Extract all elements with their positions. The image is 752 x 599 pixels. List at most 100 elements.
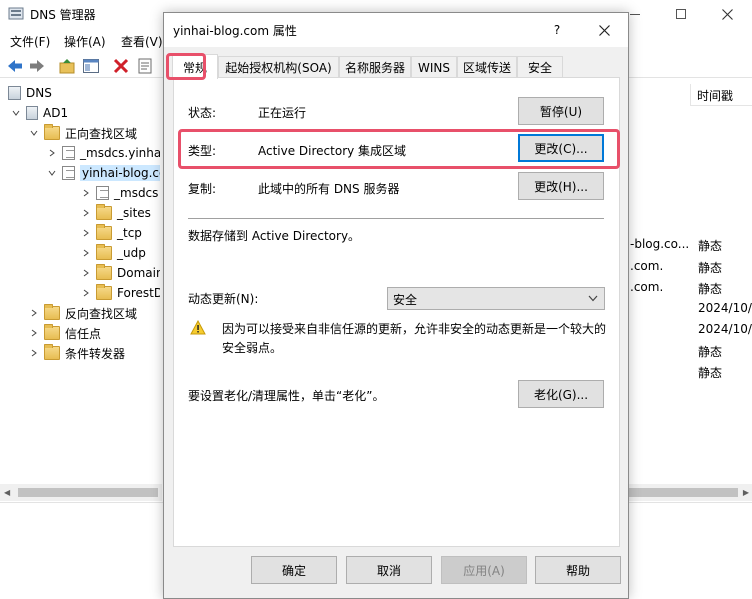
tree-item-yinhai-blog-zone[interactable]: yinhai-blog.co	[46, 163, 160, 183]
tree-item-label: yinhai-blog.co	[80, 165, 160, 181]
list-cell-timestamp: 静态	[698, 345, 723, 359]
close-window-button[interactable]	[704, 0, 750, 28]
tree-item-sub-msdcs[interactable]: _msdcs	[80, 183, 158, 203]
maximize-button[interactable]	[658, 0, 704, 28]
menu-view[interactable]: 查看(V)	[121, 33, 163, 50]
tree-item-udp[interactable]: _udp	[80, 243, 146, 263]
folder-icon	[44, 124, 60, 140]
list-cell-timestamp: 2024/10/	[698, 301, 752, 315]
replication-label: 复制:	[188, 182, 217, 196]
tab-soa[interactable]: 起始授权机构(SOA)	[218, 56, 339, 78]
list-cell-data: .com.	[630, 259, 664, 273]
tree-item-label: 反向查找区域	[65, 306, 138, 321]
expand-chevron-icon[interactable]	[80, 267, 92, 279]
tab-zone-transfers[interactable]: 区域传送	[457, 56, 517, 78]
tree-item-reverse-zones[interactable]: 反向查找区域	[28, 303, 137, 323]
folder-icon	[96, 284, 112, 300]
close-icon	[721, 8, 733, 20]
tree-item-forestdns[interactable]: ForestDns2	[80, 283, 160, 303]
tab-wins[interactable]: WINS	[411, 56, 457, 78]
expand-chevron-icon[interactable]	[80, 287, 92, 299]
folder-icon	[96, 204, 112, 220]
tab-security[interactable]: 安全	[517, 56, 563, 78]
server-icon	[26, 106, 38, 120]
aging-note: 要设置老化/清理属性，单击“老化”。	[188, 389, 385, 403]
tree-item-msdcs-zone[interactable]: _msdcs.yinhai	[46, 143, 160, 163]
column-header-timestamp[interactable]: 时间戳	[690, 84, 752, 106]
zone-properties-dialog: yinhai-blog.com 属性 ? 常规 起始授权机构(SOA) 名称服务…	[163, 12, 629, 599]
tree-item-label: _udp	[117, 246, 146, 260]
dynamic-update-value: 安全	[393, 293, 418, 307]
list-cell-timestamp: 静态	[698, 366, 723, 380]
zone-icon	[96, 186, 109, 200]
dns-root-icon	[8, 86, 21, 100]
list-cell-timestamp: 静态	[698, 239, 723, 253]
tree-item-label: _sites	[117, 206, 151, 220]
tree-item-dns[interactable]: DNS	[8, 83, 52, 103]
expand-chevron-icon[interactable]	[80, 227, 92, 239]
expand-chevron-icon[interactable]	[28, 347, 40, 359]
menu-action[interactable]: 操作(A)	[64, 33, 106, 50]
tree-item-label: 正向查找区域	[65, 126, 138, 141]
ok-button[interactable]: 确定	[251, 556, 337, 584]
collapse-chevron-icon[interactable]	[46, 167, 58, 179]
cancel-button[interactable]: 取消	[346, 556, 432, 584]
properties-icon[interactable]	[136, 57, 154, 75]
folder-icon	[96, 244, 112, 260]
aging-button[interactable]: 老化(G)...	[518, 380, 604, 408]
forward-arrow-icon[interactable]	[28, 57, 46, 75]
tree-horizontal-scrollbar[interactable]: ◀	[0, 484, 162, 501]
general-tab-panel: 状态: 正在运行 暂停(U) 类型: Active Directory 集成区域…	[173, 77, 620, 547]
menu-file[interactable]: 文件(F)	[10, 33, 50, 50]
expand-chevron-icon[interactable]	[46, 147, 58, 159]
up-folder-icon[interactable]	[58, 57, 76, 75]
expand-chevron-icon[interactable]	[80, 207, 92, 219]
expand-chevron-icon[interactable]	[80, 247, 92, 259]
scroll-thumb[interactable]	[628, 488, 738, 497]
tree-item-forward-zones[interactable]: 正向查找区域	[28, 123, 137, 143]
console-tree: DNS AD1 正向查找区域 _msdcs.yinhai yinhai-blog…	[0, 82, 160, 482]
scroll-thumb[interactable]	[18, 488, 158, 497]
tree-item-tcp[interactable]: _tcp	[80, 223, 142, 243]
tab-general[interactable]: 常规	[172, 54, 218, 79]
dialog-title: yinhai-blog.com 属性	[173, 24, 297, 38]
dynamic-update-select[interactable]: 安全	[387, 287, 605, 310]
pause-button[interactable]: 暂停(U)	[518, 97, 604, 125]
tree-item-conditional-forwarders[interactable]: 条件转发器	[28, 343, 125, 363]
delete-icon[interactable]	[112, 57, 130, 75]
expand-chevron-icon[interactable]	[80, 187, 92, 199]
apply-button[interactable]: 应用(A)	[441, 556, 527, 584]
help-button[interactable]: 帮助	[535, 556, 621, 584]
collapse-chevron-icon[interactable]	[28, 127, 40, 139]
list-horizontal-scrollbar[interactable]: ▶	[628, 484, 752, 501]
list-cell-data: -blog.co...	[630, 237, 690, 251]
replication-value: 此域中的所有 DNS 服务器	[258, 182, 400, 196]
maximize-icon	[676, 9, 686, 19]
collapse-chevron-icon[interactable]	[10, 107, 22, 119]
dialog-close-button[interactable]	[580, 13, 628, 47]
change-type-button[interactable]: 更改(C)...	[518, 134, 604, 162]
back-arrow-icon[interactable]	[6, 57, 24, 75]
expand-chevron-icon[interactable]	[28, 307, 40, 319]
tree-item-ad1[interactable]: AD1	[10, 103, 68, 123]
tree-item-label: AD1	[43, 106, 69, 120]
list-cell-timestamp: 静态	[698, 261, 723, 275]
dialog-help-button[interactable]: ?	[534, 13, 580, 47]
storage-note: 数据存储到 Active Directory。	[188, 229, 361, 243]
show-hide-tree-icon[interactable]	[82, 57, 100, 75]
chevron-down-icon	[588, 295, 598, 302]
scroll-left-icon[interactable]: ◀	[4, 488, 10, 497]
dns-app-icon	[8, 6, 24, 22]
tab-name-servers[interactable]: 名称服务器	[339, 56, 411, 78]
type-label: 类型:	[188, 144, 217, 158]
tree-item-label: 信任点	[65, 326, 102, 341]
tree-item-domaindns[interactable]: DomainDn	[80, 263, 160, 283]
warning-text: 因为可以接受来自非信任源的更新，允许非安全的动态更新是一个较大的安全弱点。	[222, 322, 607, 355]
scroll-right-icon[interactable]: ▶	[743, 488, 749, 497]
minimize-icon	[630, 13, 640, 15]
tree-item-trust-points[interactable]: 信任点	[28, 323, 101, 343]
tree-item-sites[interactable]: _sites	[80, 203, 151, 223]
folder-icon	[44, 304, 60, 320]
expand-chevron-icon[interactable]	[28, 327, 40, 339]
change-replication-button[interactable]: 更改(H)...	[518, 172, 604, 200]
